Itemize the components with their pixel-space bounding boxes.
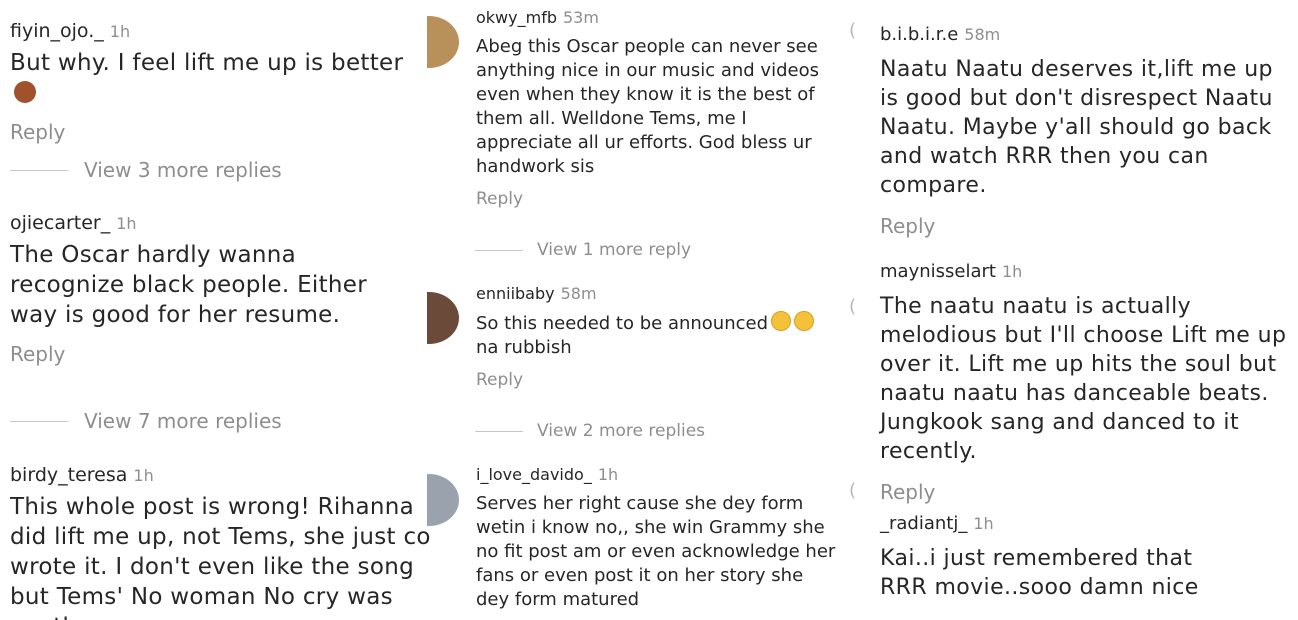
comment-text-content: But why. I feel lift me up is better xyxy=(10,50,404,76)
comment-header: ojiecarter_ 1h xyxy=(10,212,425,234)
comment-time: 58m xyxy=(964,25,1001,44)
reply-button[interactable]: Reply xyxy=(10,120,65,144)
comment-text: So this needed to be announced na rubbis… xyxy=(476,311,836,360)
comment-header: maynisselart 1h xyxy=(880,261,1290,282)
comment: maynisselart 1h The naatu naatu is actual… xyxy=(880,261,1290,504)
comment-header: birdy_teresa 1h xyxy=(10,464,430,486)
comment: enniibaby 58m So this needed to be announ… xyxy=(476,284,836,390)
reply-button[interactable]: Reply xyxy=(476,189,523,209)
comment-header: _radiantj_ 1h xyxy=(880,513,1290,534)
comment-text-content: So this needed to be announced xyxy=(476,313,769,334)
comment-text-content: na rubbish xyxy=(476,337,572,358)
tired-face-icon xyxy=(794,311,815,331)
comment-username[interactable]: birdy_teresa xyxy=(10,464,127,486)
avatar[interactable] xyxy=(427,292,459,344)
comment-username[interactable]: fiyin_ojo._ xyxy=(10,20,104,42)
divider-line xyxy=(475,249,523,251)
comment: okwy_mfb 53m Abeg this Oscar people can n… xyxy=(476,8,836,209)
partial-icon: ( xyxy=(849,480,857,501)
comment-header: i_love_davido_ 1h xyxy=(476,465,836,484)
comment-username[interactable]: okwy_mfb xyxy=(476,8,557,27)
view-more-label: View 2 more replies xyxy=(537,421,706,441)
comments-column-left: fiyin_ojo._ 1h But why. I feel lift me up… xyxy=(0,0,430,620)
comment-time: 1h xyxy=(973,514,994,533)
comment: b.i.b.i.r.e 58m Naatu Naatu deserves it,l… xyxy=(880,24,1290,238)
reply-button[interactable]: Reply xyxy=(880,214,935,238)
view-more-replies[interactable]: View 7 more replies xyxy=(10,409,282,433)
view-more-replies[interactable]: View 3 more replies xyxy=(10,158,282,182)
comment-time: 1h xyxy=(109,22,131,41)
comment-time: 58m xyxy=(560,284,597,303)
comment: ojiecarter_ 1h The Oscar hardly wanna rec… xyxy=(10,212,425,366)
comment-header: b.i.b.i.r.e 58m xyxy=(880,24,1290,45)
divider-line xyxy=(10,169,68,171)
comment: _radiantj_ 1h Kai..i just remembered that… xyxy=(880,513,1290,602)
avatar[interactable] xyxy=(427,16,459,68)
comment-header: okwy_mfb 53m xyxy=(476,8,836,27)
comment-text: Kai..i just remembered that RRR movie..s… xyxy=(880,546,1199,600)
comment-text: Abeg this Oscar people can never see any… xyxy=(476,36,819,177)
comment: i_love_davido_ 1h Serves her right cause … xyxy=(476,465,836,612)
comment-header: enniibaby 58m xyxy=(476,284,836,303)
avatar[interactable] xyxy=(427,474,459,526)
view-more-label: View 1 more reply xyxy=(537,240,692,260)
comment: birdy_teresa 1h This whole post is wrong!… xyxy=(10,464,430,620)
reply-button[interactable]: Reply xyxy=(476,370,523,390)
comments-column-right: ( ( ( b.i.b.i.r.e 58m Naatu Naatu deserve… xyxy=(845,0,1298,620)
reply-button[interactable]: Reply xyxy=(880,480,935,504)
view-more-replies[interactable]: View 1 more reply xyxy=(475,240,691,260)
comment-text: Naatu Naatu deserves it,lift me up is go… xyxy=(880,57,1273,198)
view-more-label: View 3 more replies xyxy=(84,158,282,182)
comment-header: fiyin_ojo._ 1h xyxy=(10,20,425,42)
comment-username[interactable]: _radiantj_ xyxy=(880,513,967,534)
comment-username[interactable]: i_love_davido_ xyxy=(476,465,592,484)
divider-line xyxy=(10,420,68,422)
comment-time: 53m xyxy=(562,8,599,27)
reply-button[interactable]: Reply xyxy=(10,342,65,366)
tired-face-icon xyxy=(771,311,792,331)
comment-time: 1h xyxy=(597,465,619,484)
comment-username[interactable]: b.i.b.i.r.e xyxy=(880,24,958,45)
comment-text: This whole post is wrong! Rihanna did li… xyxy=(10,494,430,620)
view-more-label: View 7 more replies xyxy=(84,409,282,433)
comment-time: 1h xyxy=(133,466,154,485)
partial-icon: ( xyxy=(849,20,857,41)
divider-line xyxy=(475,430,523,432)
comment-text: The Oscar hardly wanna recognize black p… xyxy=(10,242,367,328)
comment-text: Serves her right cause she dey form weti… xyxy=(476,493,836,610)
comment-username[interactable]: enniibaby xyxy=(476,284,555,303)
comment-time: 1h xyxy=(116,214,137,233)
partial-icon: ( xyxy=(849,296,857,317)
comment-time: 1h xyxy=(1001,262,1023,281)
comment: fiyin_ojo._ 1h But why. I feel lift me up… xyxy=(10,20,425,144)
comment-username[interactable]: maynisselart xyxy=(880,261,996,282)
person-gesturing-icon xyxy=(14,81,36,103)
comment-text: But why. I feel lift me up is better xyxy=(10,48,425,108)
comments-column-middle: okwy_mfb 53m Abeg this Oscar people can n… xyxy=(427,0,845,620)
comment-username[interactable]: ojiecarter_ xyxy=(10,212,110,234)
view-more-replies[interactable]: View 2 more replies xyxy=(475,421,705,441)
comment-text: The naatu naatu is actually melodious bu… xyxy=(880,294,1287,464)
